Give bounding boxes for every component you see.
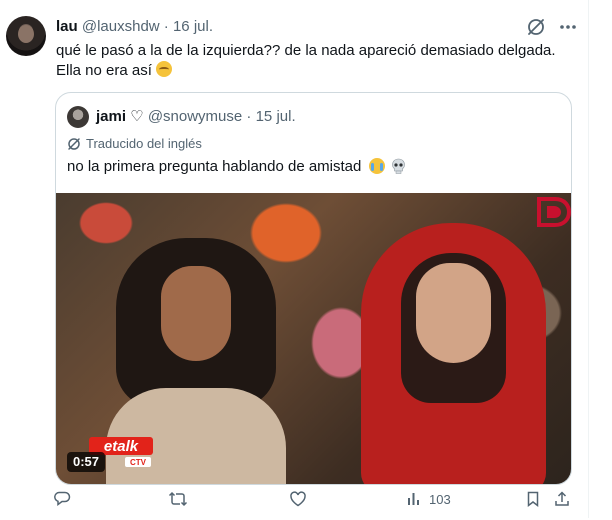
- skull-emoji-icon: [391, 158, 405, 174]
- quoted-tweet[interactable]: jami ♡ @snowymuse · 15 jul. Traducido de…: [55, 92, 572, 485]
- quote-header: jami ♡ @snowymuse · 15 jul.: [96, 108, 296, 126]
- quote-author-name[interactable]: jami: [96, 108, 126, 125]
- video-person-right: [361, 223, 546, 484]
- retweet-icon: [168, 491, 188, 507]
- reply-icon: [54, 491, 71, 506]
- author-name[interactable]: lau: [56, 18, 78, 35]
- ctv-logo-text: CTV: [130, 458, 147, 467]
- translated-text: Traducido del inglés: [86, 136, 202, 151]
- bookmark-icon: [527, 491, 539, 508]
- translate-icon: [68, 137, 80, 150]
- quote-date[interactable]: 15 jul.: [256, 108, 296, 125]
- tweet-header: lau @lauxshdw · 16 jul.: [56, 18, 213, 36]
- share-button[interactable]: [553, 490, 571, 508]
- more-icon[interactable]: [557, 16, 579, 38]
- video-duration: 0:57: [67, 452, 106, 472]
- heart-icon: ♡: [130, 108, 144, 125]
- tweet-text: qué le pasó a la de la izquierda?? de la…: [56, 41, 576, 81]
- grimace-emoji-icon: [156, 61, 173, 77]
- quote-separator: ·: [246, 108, 252, 125]
- author-handle[interactable]: @lauxshdw: [82, 18, 160, 35]
- video-player[interactable]: etalk CTV 0:57: [56, 193, 571, 484]
- views-icon: [408, 493, 419, 505]
- like-icon: [290, 491, 306, 507]
- like-button[interactable]: [289, 490, 307, 508]
- retweet-button[interactable]: [168, 490, 188, 508]
- grok-icon[interactable]: [526, 17, 546, 37]
- crying-emoji-icon: [368, 158, 385, 174]
- reply-button[interactable]: [53, 490, 71, 508]
- share-icon: [555, 491, 569, 506]
- quote-author-handle[interactable]: @snowymuse: [148, 108, 242, 125]
- quote-text: no la primera pregunta hablando de amist…: [67, 157, 406, 177]
- tweet-date[interactable]: 16 jul.: [173, 18, 213, 35]
- header-separator: ·: [163, 18, 169, 35]
- translated-label[interactable]: Traducido del inglés: [67, 136, 202, 151]
- views-button[interactable]: 103: [405, 490, 451, 508]
- etalk-logo-text: etalk: [104, 438, 139, 455]
- quote-avatar[interactable]: [67, 106, 89, 128]
- channel-logo-icon: [537, 197, 571, 227]
- timeline-divider: [588, 0, 589, 518]
- views-count: 103: [429, 491, 451, 507]
- quote-text-content: no la primera pregunta hablando de amist…: [67, 158, 362, 175]
- tweet-text-content: qué le pasó a la de la izquierda?? de la…: [56, 42, 556, 79]
- avatar[interactable]: [6, 16, 46, 56]
- bookmark-button[interactable]: [524, 490, 542, 508]
- action-bar: 103: [0, 490, 612, 520]
